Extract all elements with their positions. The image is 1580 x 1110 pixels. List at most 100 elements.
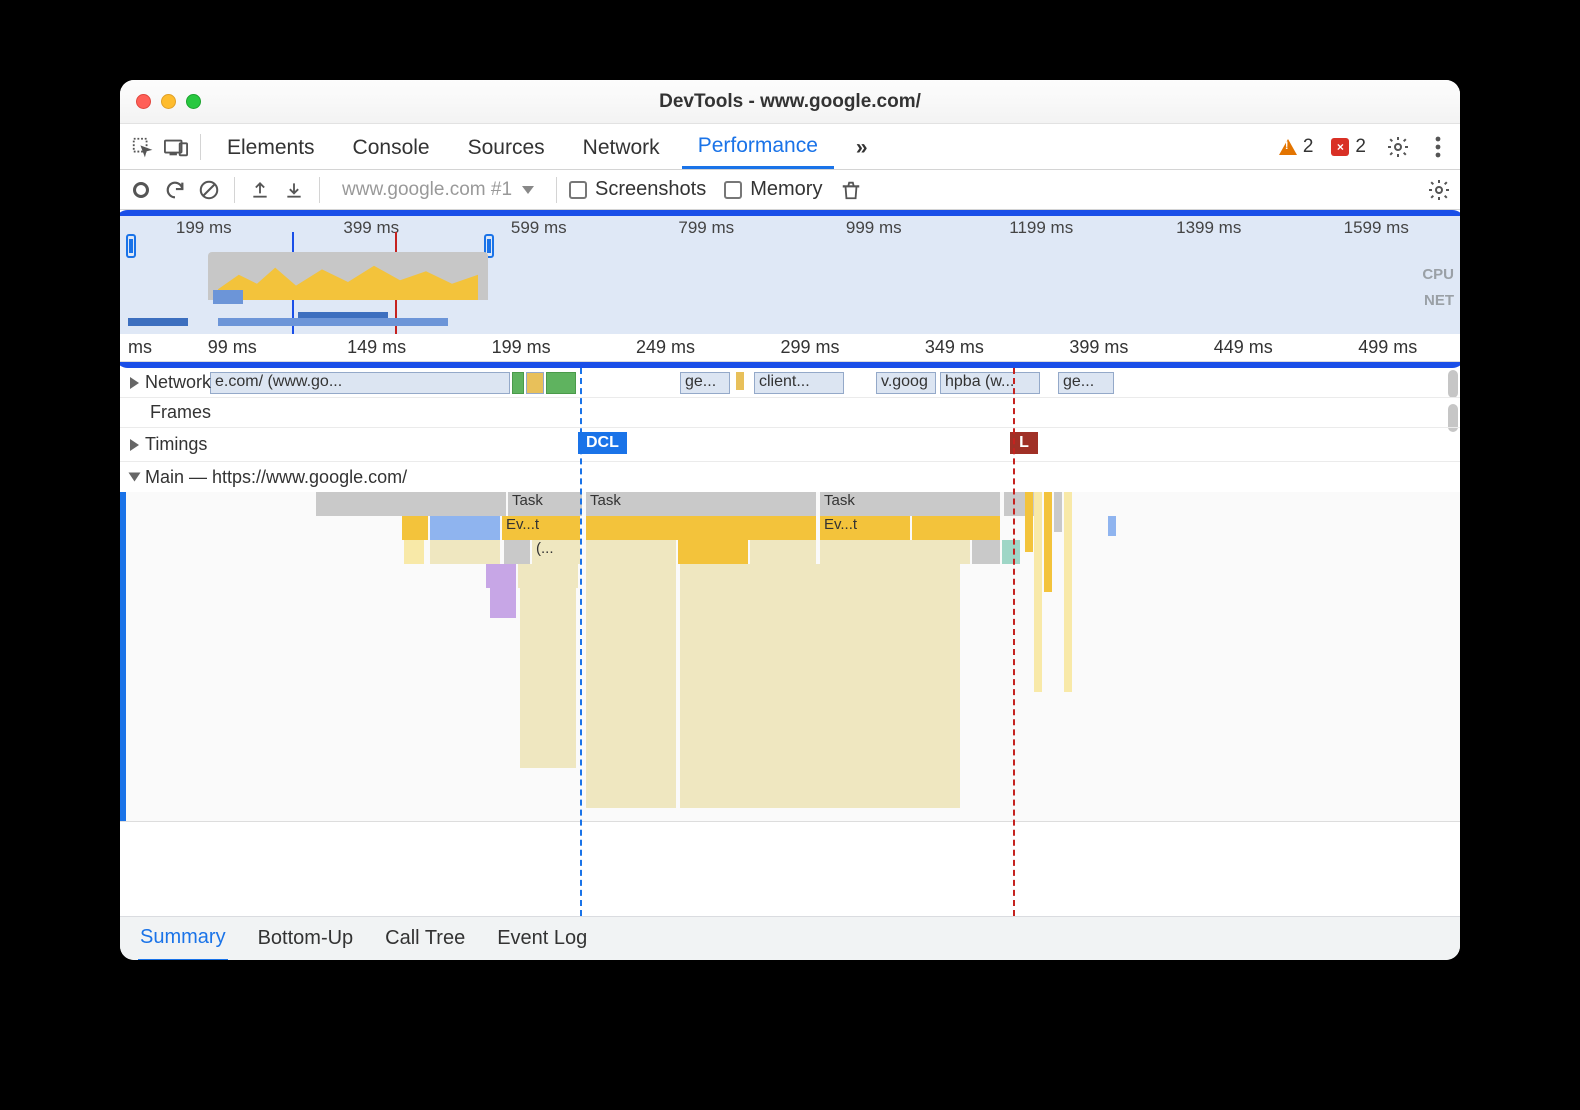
flame-segment[interactable] bbox=[520, 588, 576, 768]
disclosure-triangle-icon[interactable] bbox=[129, 473, 141, 482]
flame-segment[interactable] bbox=[680, 564, 960, 588]
flame-segment[interactable] bbox=[1025, 492, 1033, 552]
network-request[interactable] bbox=[526, 372, 544, 394]
warnings-counter[interactable]: 2 bbox=[1279, 136, 1314, 158]
tick: 1199 ms bbox=[958, 218, 1126, 238]
tab-sources[interactable]: Sources bbox=[452, 126, 561, 168]
window-title: DevTools - www.google.com/ bbox=[120, 91, 1460, 113]
disclosure-triangle-icon[interactable] bbox=[130, 377, 139, 389]
tab-network[interactable]: Network bbox=[567, 126, 676, 168]
main-track-indicator bbox=[120, 492, 126, 821]
capture-settings-icon[interactable] bbox=[1426, 177, 1452, 203]
flame-segment[interactable] bbox=[1064, 492, 1072, 692]
network-request[interactable]: ge... bbox=[680, 372, 730, 394]
network-request[interactable]: client... bbox=[754, 372, 844, 394]
flame-segment[interactable] bbox=[430, 540, 500, 564]
flame-segment[interactable] bbox=[820, 540, 970, 564]
network-request[interactable] bbox=[546, 372, 576, 394]
flame-segment[interactable]: Task bbox=[820, 492, 1000, 516]
network-track[interactable]: Network e.com/ (www.go... ge... client..… bbox=[120, 368, 1460, 398]
flame-segment[interactable] bbox=[490, 588, 516, 618]
flame-segment[interactable]: Ev...t bbox=[502, 516, 580, 540]
memory-checkbox[interactable]: Memory bbox=[724, 178, 822, 201]
flame-segment[interactable]: (... bbox=[532, 540, 580, 564]
frames-track-header[interactable]: Frames bbox=[120, 402, 211, 423]
network-request[interactable]: e.com/ (www.go... bbox=[210, 372, 510, 394]
flame-segment[interactable] bbox=[1054, 492, 1062, 532]
disclosure-triangle-icon[interactable] bbox=[130, 439, 139, 451]
flame-segment[interactable] bbox=[1044, 492, 1052, 592]
flame-segment[interactable] bbox=[586, 516, 816, 540]
timings-track[interactable]: Timings DCL L bbox=[120, 428, 1460, 462]
flame-segment[interactable]: Task bbox=[586, 492, 816, 516]
flame-segment[interactable] bbox=[402, 516, 428, 540]
ruler-tick: 299 ms bbox=[738, 337, 882, 358]
flame-segment[interactable] bbox=[1002, 540, 1020, 564]
flame-segment[interactable] bbox=[586, 588, 676, 808]
garbage-collect-button[interactable] bbox=[838, 177, 864, 203]
flame-segment[interactable] bbox=[1034, 492, 1042, 692]
load-profile-button[interactable] bbox=[247, 177, 273, 203]
tick: 999 ms bbox=[790, 218, 958, 238]
profile-selector-label: www.google.com #1 bbox=[342, 179, 512, 201]
settings-icon[interactable] bbox=[1384, 133, 1412, 161]
profile-selector[interactable]: www.google.com #1 bbox=[332, 177, 544, 203]
network-request[interactable] bbox=[736, 372, 744, 390]
flame-segment[interactable] bbox=[912, 516, 1000, 540]
overview-lane-labels: CPU NET bbox=[1422, 262, 1454, 314]
flame-segment[interactable] bbox=[586, 540, 676, 564]
network-request[interactable]: ge... bbox=[1058, 372, 1114, 394]
flame-segment[interactable] bbox=[404, 540, 424, 564]
flame-segment[interactable] bbox=[518, 564, 578, 588]
flame-segment[interactable] bbox=[316, 492, 506, 516]
detail-ruler[interactable]: ms 99 ms 149 ms 199 ms 249 ms 299 ms 349… bbox=[120, 334, 1460, 362]
network-request[interactable]: v.goog bbox=[876, 372, 936, 394]
ruler-tick: ms bbox=[120, 337, 160, 358]
record-button[interactable] bbox=[128, 177, 154, 203]
flame-segment[interactable] bbox=[586, 564, 676, 588]
flame-segment[interactable] bbox=[678, 540, 748, 564]
timeline-overview[interactable]: 199 ms 399 ms 599 ms 799 ms 999 ms 1199 … bbox=[120, 216, 1460, 334]
main-track-header-row[interactable]: Main — https://www.google.com/ bbox=[120, 462, 1460, 492]
tab-call-tree[interactable]: Call Tree bbox=[383, 917, 467, 960]
network-track-header[interactable]: Network bbox=[120, 372, 211, 393]
tick: 399 ms bbox=[288, 218, 456, 238]
flame-segment[interactable] bbox=[430, 516, 500, 540]
dcl-marker[interactable]: DCL bbox=[578, 432, 627, 454]
network-request[interactable] bbox=[512, 372, 524, 394]
device-toolbar-icon[interactable] bbox=[162, 133, 190, 161]
flame-segment[interactable] bbox=[504, 540, 530, 564]
main-flamechart[interactable]: Task Task Task Ev...t Ev...t (... bbox=[120, 492, 1460, 822]
ruler-tick: 399 ms bbox=[1027, 337, 1171, 358]
tab-performance[interactable]: Performance bbox=[682, 124, 834, 169]
flame-segment[interactable] bbox=[972, 540, 1000, 564]
tab-summary[interactable]: Summary bbox=[138, 916, 228, 961]
frames-track[interactable]: Frames bbox=[120, 398, 1460, 428]
more-tabs-button[interactable]: » bbox=[840, 126, 884, 168]
errors-counter[interactable]: × 2 bbox=[1331, 136, 1366, 158]
tab-bottom-up[interactable]: Bottom-Up bbox=[256, 917, 356, 960]
flame-segment[interactable]: Ev...t bbox=[820, 516, 910, 540]
timings-track-header[interactable]: Timings bbox=[120, 434, 207, 455]
flame-segment[interactable]: Task bbox=[508, 492, 582, 516]
tab-event-log[interactable]: Event Log bbox=[495, 917, 589, 960]
flame-segment[interactable] bbox=[1108, 516, 1116, 536]
kebab-menu-icon[interactable] bbox=[1424, 133, 1452, 161]
flamechart-area[interactable]: Network e.com/ (www.go... ge... client..… bbox=[120, 368, 1460, 916]
tab-elements[interactable]: Elements bbox=[211, 126, 331, 168]
screenshots-checkbox[interactable]: Screenshots bbox=[569, 178, 706, 201]
tick: 1599 ms bbox=[1293, 218, 1461, 238]
performance-toolbar: www.google.com #1 Screenshots Memory bbox=[120, 170, 1460, 210]
network-request[interactable]: hpba (w... bbox=[940, 372, 1040, 394]
flame-segment[interactable] bbox=[486, 564, 516, 588]
reload-record-button[interactable] bbox=[162, 177, 188, 203]
save-profile-button[interactable] bbox=[281, 177, 307, 203]
flame-segment[interactable] bbox=[680, 588, 960, 808]
flame-segment[interactable] bbox=[750, 540, 816, 564]
tab-console[interactable]: Console bbox=[337, 126, 446, 168]
separator bbox=[234, 177, 235, 203]
main-track-header[interactable]: Main — https://www.google.com/ bbox=[120, 467, 407, 488]
network-bars: e.com/ (www.go... ge... client... v.goog… bbox=[120, 368, 1446, 397]
clear-button[interactable] bbox=[196, 177, 222, 203]
inspect-element-icon[interactable] bbox=[128, 133, 156, 161]
